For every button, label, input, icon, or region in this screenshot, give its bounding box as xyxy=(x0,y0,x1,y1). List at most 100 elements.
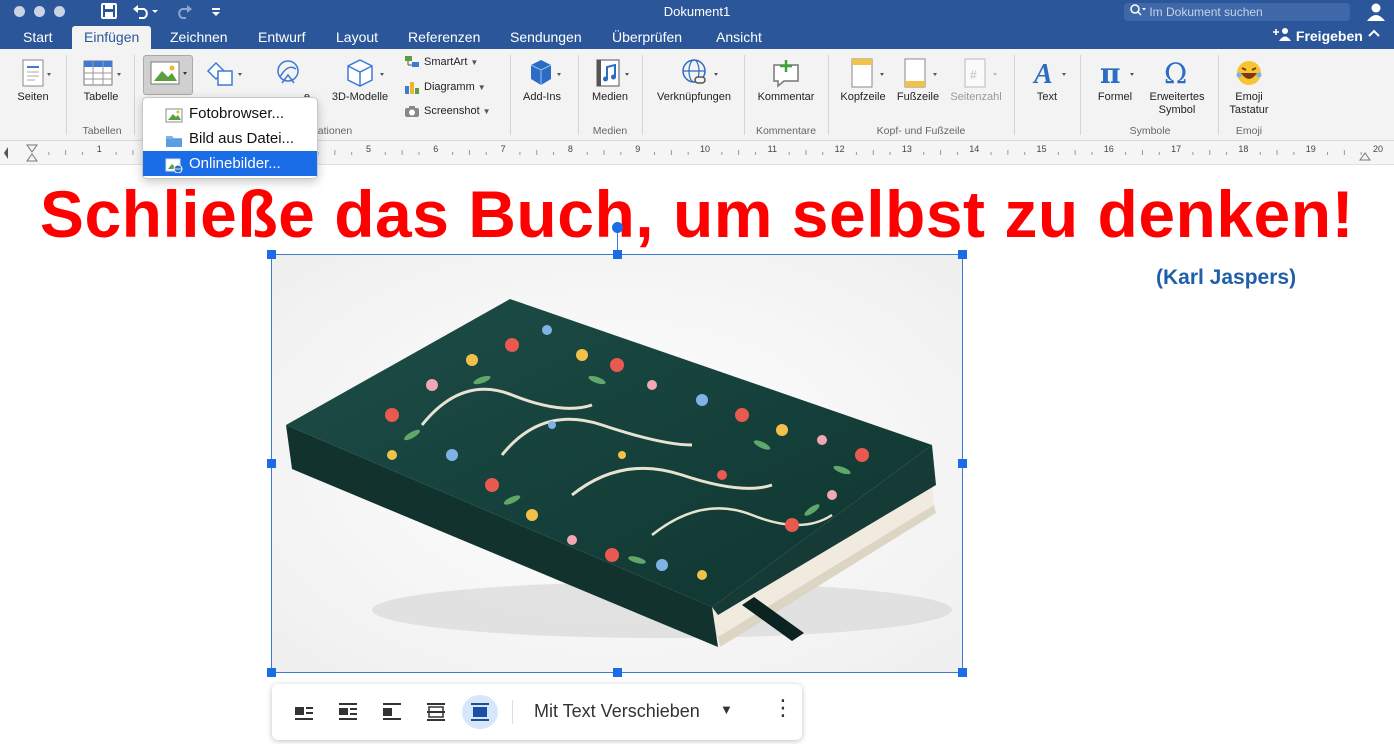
ruler-number: 20 xyxy=(1373,144,1383,154)
media-button[interactable]: Medien xyxy=(584,57,636,104)
ribbon-separator xyxy=(66,55,67,135)
comment-button[interactable]: Kommentar xyxy=(750,57,822,104)
folder-icon xyxy=(165,131,183,147)
ribbon-separator xyxy=(744,55,745,135)
3d-models-label: 3D-Modelle xyxy=(331,91,389,103)
tab-sendungen[interactable]: Sendungen xyxy=(510,28,582,46)
ruler-number: 16 xyxy=(1104,144,1114,154)
ruler-number: 17 xyxy=(1171,144,1181,154)
ribbon-separator xyxy=(1080,55,1081,135)
ruler-number: 10 xyxy=(700,144,710,154)
links-button[interactable]: Verknüpfungen xyxy=(650,57,738,104)
share-button[interactable]: Freigeben xyxy=(1272,27,1363,44)
tab-layout[interactable]: Layout xyxy=(336,28,378,46)
tab-zeichnen[interactable]: Zeichnen xyxy=(170,28,228,46)
table-icon xyxy=(76,57,126,91)
svg-text:π: π xyxy=(1100,57,1121,90)
menu-item-online-pictures[interactable]: Onlinebilder... xyxy=(143,151,317,176)
tab-start[interactable]: Start xyxy=(23,28,53,46)
wrap-top-bottom-button[interactable] xyxy=(374,695,410,729)
resize-handle-top-left[interactable] xyxy=(267,250,276,259)
book-illustration xyxy=(272,255,962,672)
group-label-media: Medien xyxy=(592,125,628,137)
ruler-number: 1 xyxy=(97,144,102,154)
pages-button[interactable]: Seiten xyxy=(10,57,56,104)
menu-item-photo-browser[interactable]: Fotobrowser... xyxy=(143,101,317,126)
wrap-tight-button[interactable] xyxy=(330,695,366,729)
text-icon: A xyxy=(1020,57,1074,91)
emoji-label-1: Emoji xyxy=(1235,91,1263,103)
collapse-ribbon-icon[interactable] xyxy=(1368,26,1380,43)
online-picture-icon xyxy=(165,156,183,174)
header-button[interactable]: Kopfzeile xyxy=(834,57,892,104)
wrap-behind-text-icon xyxy=(427,703,445,721)
pages-label: Seiten xyxy=(17,91,49,103)
add-ins-label: Add-Ins xyxy=(523,91,561,103)
wrap-top-bottom-icon xyxy=(383,703,401,720)
pi-icon: π xyxy=(1088,57,1142,91)
resize-handle-top[interactable] xyxy=(613,250,622,259)
document-headline[interactable]: Schließe das Buch, um selbst zu denken! xyxy=(0,176,1394,252)
search-placeholder: Im Dokument suchen xyxy=(1149,5,1263,19)
wrap-square-button[interactable] xyxy=(286,695,322,729)
ruler-number: 15 xyxy=(1036,144,1046,154)
add-person-icon xyxy=(1272,28,1296,44)
ruler-number: 13 xyxy=(902,144,912,154)
chart-icon xyxy=(404,80,420,95)
omega-icon: Ω xyxy=(1144,57,1210,91)
menu-item-picture-from-file[interactable]: Bild aus Datei... xyxy=(143,126,317,151)
tab-ueberpruefen[interactable]: Überprüfen xyxy=(612,28,682,46)
more-options-icon[interactable]: ⋮ xyxy=(772,697,794,719)
tab-einfuegen[interactable]: Einfügen xyxy=(72,26,152,49)
account-icon[interactable] xyxy=(1366,2,1386,26)
text-button[interactable]: A Text xyxy=(1020,57,1074,104)
resize-handle-bottom-right[interactable] xyxy=(958,668,967,677)
table-button[interactable]: Tabelle xyxy=(76,57,126,104)
chevron-down-icon[interactable]: ▼ xyxy=(720,702,733,717)
wrap-square-icon xyxy=(295,707,313,720)
svg-text:Ω: Ω xyxy=(1164,57,1187,90)
rotation-handle[interactable] xyxy=(612,222,623,233)
footer-button[interactable]: Fußzeile xyxy=(892,57,944,104)
symbol-button[interactable]: Ω Erweitertes Symbol xyxy=(1144,57,1210,117)
group-label-header-footer: Kopf- und Fußzeile xyxy=(876,125,966,137)
wrap-tight-icon xyxy=(339,703,357,720)
wrap-in-front-button[interactable] xyxy=(462,695,498,729)
equation-button[interactable]: π Formel xyxy=(1088,57,1142,104)
ribbon-separator xyxy=(1218,55,1219,135)
group-label-symbols: Symbole xyxy=(1129,125,1171,137)
page-number-button[interactable]: # Seitenzahl xyxy=(946,57,1006,104)
document-search-input[interactable]: Im Dokument suchen xyxy=(1124,3,1350,21)
table-label: Tabelle xyxy=(83,91,119,103)
tab-stop-icon xyxy=(4,147,8,159)
tab-entwurf[interactable]: Entwurf xyxy=(258,28,305,46)
add-ins-button[interactable]: Add-Ins xyxy=(516,57,568,104)
pictures-button[interactable] xyxy=(143,55,193,95)
resize-handle-bottom-left[interactable] xyxy=(267,668,276,677)
comment-icon xyxy=(750,57,822,91)
chart-button[interactable]: Diagramm ▼ xyxy=(404,78,486,96)
resize-handle-right[interactable] xyxy=(958,459,967,468)
header-label: Kopfzeile xyxy=(840,91,886,103)
screenshot-button[interactable]: Screenshot ▼ xyxy=(404,102,491,120)
ruler-number: 8 xyxy=(568,144,573,154)
ruler-number: 18 xyxy=(1238,144,1248,154)
wrap-behind-text-button[interactable] xyxy=(418,695,454,729)
selected-book-image[interactable] xyxy=(271,254,963,673)
toolbar-separator xyxy=(512,700,513,724)
smartart-icon xyxy=(404,55,420,69)
3d-models-button[interactable]: 3D-Modelle xyxy=(326,57,394,104)
resize-handle-left[interactable] xyxy=(267,459,276,468)
tab-ansicht[interactable]: Ansicht xyxy=(716,28,762,46)
resize-handle-bottom[interactable] xyxy=(613,668,622,677)
position-select[interactable]: Mit Text Verschieben xyxy=(534,701,700,722)
media-icon xyxy=(584,57,636,91)
quote-author[interactable]: (Karl Jaspers) xyxy=(1156,266,1296,290)
shapes-button[interactable] xyxy=(198,57,248,91)
ruler-number: 12 xyxy=(835,144,845,154)
smartart-button[interactable]: SmartArt ▼ xyxy=(404,53,478,71)
resize-handle-top-right[interactable] xyxy=(958,250,967,259)
tab-referenzen[interactable]: Referenzen xyxy=(408,28,480,46)
emoji-button[interactable]: Emoji Tastatur xyxy=(1222,57,1276,117)
emoji-icon xyxy=(1222,57,1276,91)
